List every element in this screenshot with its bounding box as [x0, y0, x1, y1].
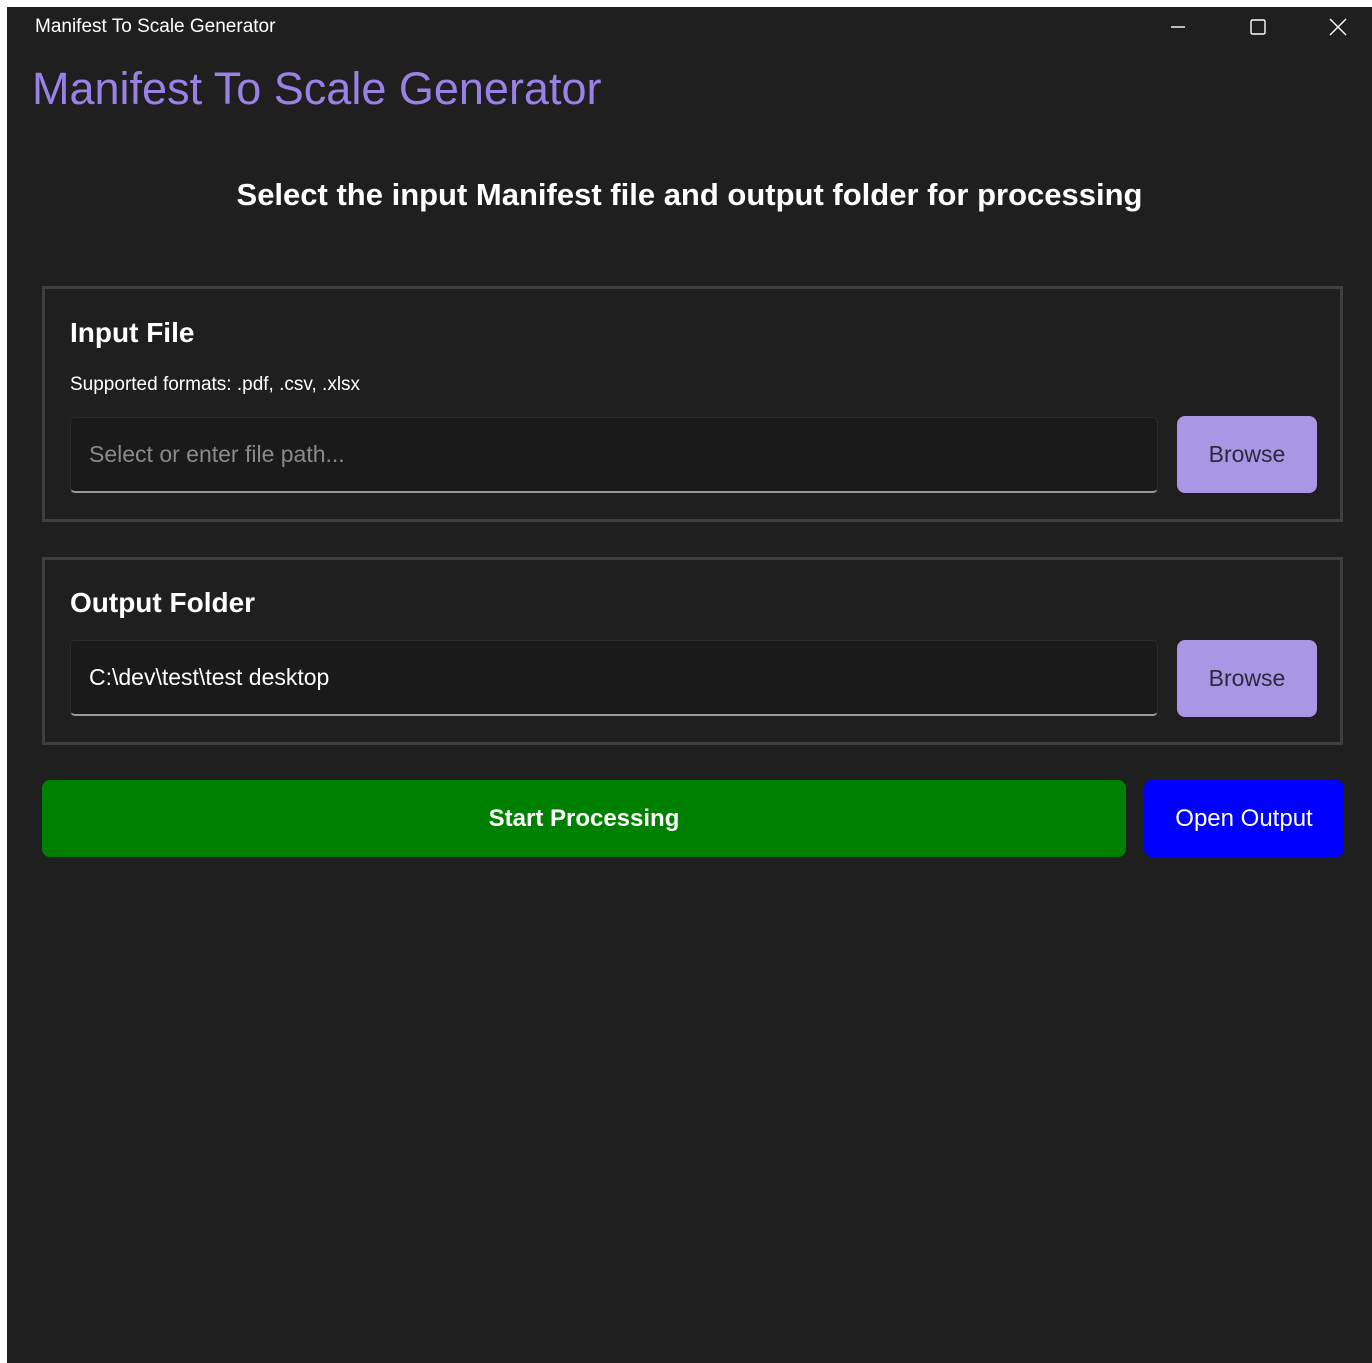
input-file-path-field[interactable]: [70, 417, 1158, 493]
browse-output-button[interactable]: Browse: [1177, 640, 1317, 717]
app-heading: Manifest To Scale Generator: [32, 63, 602, 114]
maximize-icon: [1250, 19, 1266, 35]
title-bar[interactable]: Manifest To Scale Generator: [7, 7, 1372, 47]
output-folder-panel: Output Folder Browse: [42, 557, 1343, 745]
minimize-button[interactable]: [1138, 7, 1218, 47]
minimize-icon: [1170, 19, 1186, 35]
output-folder-title: Output Folder: [70, 587, 256, 618]
open-output-button[interactable]: Open Output: [1144, 780, 1344, 857]
app-window: Manifest To Scale Generator Manifest To …: [7, 7, 1372, 1363]
maximize-button[interactable]: [1218, 7, 1298, 47]
close-button[interactable]: [1298, 7, 1372, 47]
start-processing-button[interactable]: Start Processing: [42, 780, 1126, 857]
window-title: Manifest To Scale Generator: [35, 16, 276, 37]
input-file-title: Input File: [70, 317, 195, 348]
close-icon: [1329, 18, 1347, 36]
output-folder-path-field[interactable]: [70, 640, 1158, 716]
input-file-panel: Input File Supported formats: .pdf, .csv…: [42, 286, 1343, 522]
supported-formats-text: Supported formats: .pdf, .csv, .xlsx: [70, 374, 361, 395]
instruction-text: Select the input Manifest file and outpu…: [236, 177, 1143, 212]
browse-input-button[interactable]: Browse: [1177, 416, 1317, 493]
